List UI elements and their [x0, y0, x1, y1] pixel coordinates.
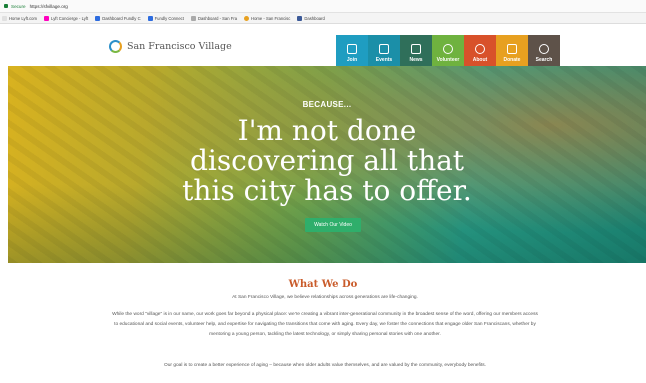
- bookmarks-bar: Home Lyft.com Lyft Concierge - Lyft Dash…: [0, 13, 646, 24]
- bookmark-item[interactable]: Dashboard: [297, 15, 325, 21]
- bookmark-item[interactable]: Dashboard Fundly C: [95, 15, 141, 21]
- secure-label: Secure: [11, 3, 26, 9]
- nav-about[interactable]: About: [464, 35, 496, 66]
- logo-text: San Francisco Village: [127, 41, 232, 52]
- lock-icon: [4, 4, 8, 8]
- nav-events[interactable]: Events: [368, 35, 400, 66]
- hero-eyebrow: BECAUSE...: [302, 100, 352, 109]
- url-text[interactable]: https://sfvillage.org: [30, 4, 68, 9]
- hero-banner: BECAUSE... I'm not done discovering all …: [8, 66, 646, 263]
- nav-volunteer[interactable]: Volunteer: [432, 35, 464, 66]
- address-bar[interactable]: Secure https://sfvillage.org: [0, 0, 646, 13]
- watch-video-button[interactable]: Watch Our Video: [305, 218, 361, 232]
- bookmark-icon: [2, 15, 7, 21]
- calendar-icon: [379, 44, 389, 54]
- bookmark-icon: [95, 15, 101, 21]
- nav-search[interactable]: Search: [528, 35, 560, 66]
- bookmark-item[interactable]: Lyft Concierge - Lyft: [44, 15, 88, 21]
- bookmark-item[interactable]: Dashboard - San Fra: [190, 15, 237, 21]
- gift-icon: [507, 44, 517, 54]
- intro-text: At San Francisco Village, we believe rel…: [232, 295, 418, 300]
- hand-icon: [443, 44, 453, 54]
- bookmark-item[interactable]: Home - San Francisc: [244, 15, 290, 21]
- bookmark-icon: [297, 15, 303, 21]
- logo-ring-icon: [109, 40, 122, 53]
- bookmark-item[interactable]: Home Lyft.com: [2, 15, 37, 21]
- search-icon: [539, 44, 549, 54]
- body-paragraph: While the word "village" is in our name,…: [112, 312, 538, 337]
- bookmark-icon: [244, 15, 250, 21]
- newspaper-icon: [411, 44, 421, 54]
- nav-join[interactable]: Join: [336, 35, 368, 66]
- hero-headline-line: this city has to offer.: [182, 174, 472, 207]
- bookmark-item[interactable]: Fundly Connect: [147, 15, 184, 21]
- site-logo[interactable]: San Francisco Village: [109, 40, 232, 53]
- id-card-icon: [347, 44, 357, 54]
- section-title: What We Do: [288, 279, 358, 290]
- bookmark-icon: [44, 15, 50, 21]
- nav-news[interactable]: News: [400, 35, 432, 66]
- info-icon: [475, 44, 485, 54]
- hero-headline-line: I'm not done: [237, 114, 417, 147]
- main-nav: Join Events News Volunteer About Donate …: [336, 35, 560, 66]
- body-paragraph: Our goal is to create a better experienc…: [163, 363, 487, 368]
- bookmark-icon: [190, 15, 196, 21]
- nav-donate[interactable]: Donate: [496, 35, 528, 66]
- hero-headline-line: discovering all that: [189, 144, 465, 177]
- bookmark-icon: [147, 15, 153, 21]
- site-header: San Francisco Village Join Events News V…: [0, 24, 646, 66]
